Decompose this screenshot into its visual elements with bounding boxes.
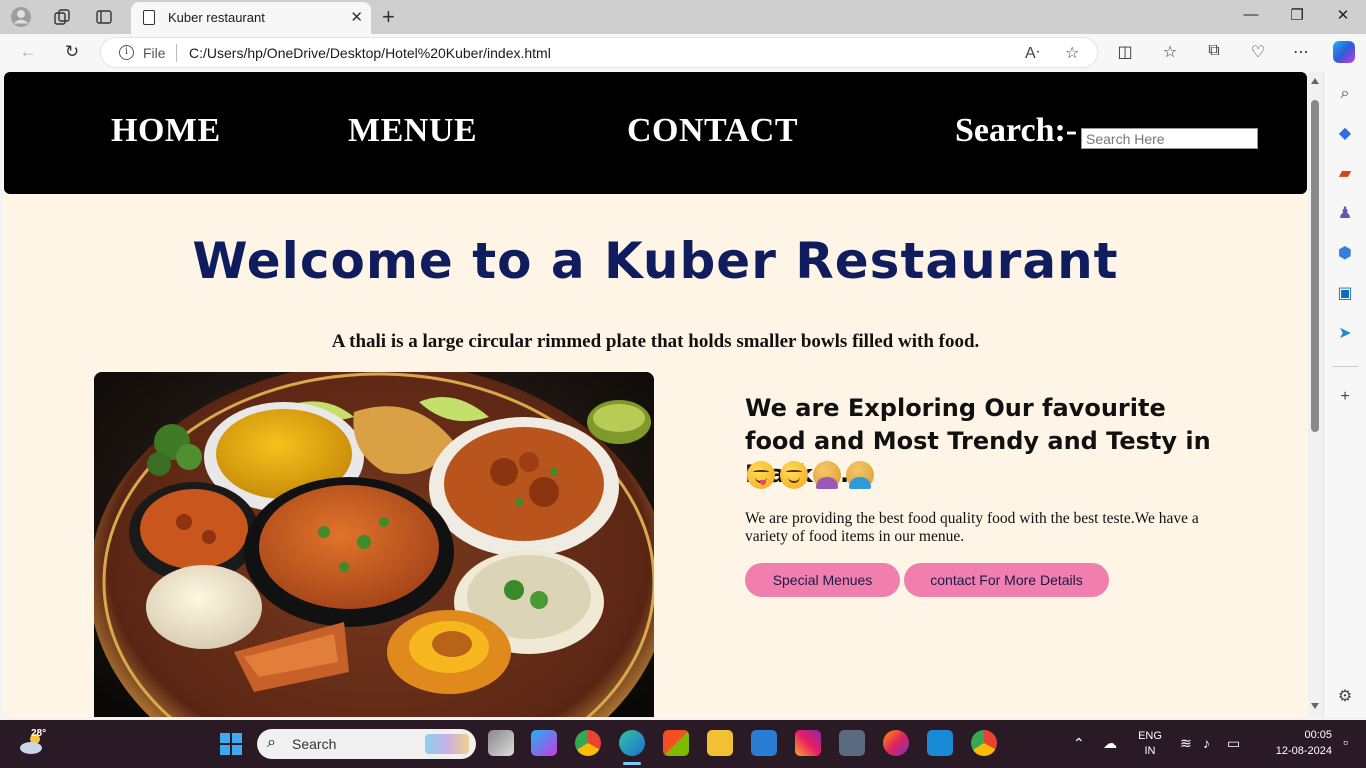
workspaces-icon[interactable] [51, 6, 73, 28]
microsoft-store-icon[interactable] [663, 730, 689, 756]
edge-active-indicator [623, 762, 641, 765]
welcome-heading: Welcome to a Kuber Restaurant [192, 232, 1119, 290]
search-label: Search:- [955, 112, 1078, 149]
favorites-icon[interactable]: ☆ [1158, 42, 1182, 62]
chrome-profile-icon[interactable] [971, 730, 997, 756]
browser-essentials-icon[interactable]: ♡ [1246, 42, 1270, 62]
description-text: We are providing the best food quality f… [745, 510, 1199, 545]
start-windows-icon[interactable] [219, 732, 243, 756]
person-shrugging-blue-emoji-icon [846, 461, 874, 489]
collections-icon[interactable]: ⧉ [1202, 42, 1226, 60]
mail-icon[interactable] [751, 730, 777, 756]
taskbar-search-icon: ⌕ [267, 734, 276, 751]
new-tab-icon[interactable]: + [382, 4, 395, 30]
file-explorer-icon[interactable] [707, 730, 733, 756]
firefox-icon[interactable] [883, 730, 909, 756]
more-menu-icon[interactable]: ⋯ [1289, 42, 1313, 62]
chrome-icon[interactable] [575, 730, 601, 756]
scroll-up-arrow-icon[interactable] [1311, 78, 1319, 84]
nav-contact-link[interactable]: CONTACT [627, 112, 798, 150]
show-hidden-icons-chevron-icon[interactable]: ⌃ [1073, 735, 1085, 752]
onedrive-cloud-icon[interactable]: ☁ [1103, 735, 1117, 752]
back-icon[interactable]: ← [16, 42, 40, 62]
url-separator [176, 44, 177, 62]
notifications-icon[interactable]: ▫ [1343, 734, 1348, 750]
person-shrugging-emoji-icon [813, 461, 841, 489]
copilot-app-icon[interactable] [531, 730, 557, 756]
copilot-icon[interactable] [1333, 41, 1355, 63]
scroll-down-arrow-icon[interactable] [1311, 703, 1319, 709]
games-icon[interactable]: ♟ [1335, 204, 1355, 224]
battery-icon[interactable]: ▭ [1227, 735, 1240, 752]
volume-icon[interactable]: ♪ [1203, 735, 1210, 751]
nav-home-link[interactable]: HOME [111, 112, 221, 150]
outlook-icon[interactable]: ▣ [1335, 284, 1355, 304]
tab-actions-icon[interactable] [93, 6, 115, 28]
taskbar-search[interactable]: ⌕ Search [257, 729, 476, 759]
edge-icon[interactable] [619, 730, 645, 756]
instagram-icon[interactable] [795, 730, 821, 756]
emoji-row [747, 461, 874, 489]
browser-titlebar: Kuber restaurant ✕ + — ❐ ✕ [0, 0, 1366, 34]
special-menues-button[interactable]: Special Menues [745, 563, 900, 597]
close-tab-icon[interactable]: ✕ [350, 8, 363, 26]
read-aloud-icon[interactable]: Aᐧ [1025, 43, 1040, 63]
task-view-icon[interactable] [488, 730, 514, 756]
add-sidebar-app-icon[interactable]: + [1335, 387, 1355, 407]
close-window-icon[interactable]: ✕ [1328, 6, 1358, 24]
contact-details-button[interactable]: contact For More Details [904, 563, 1109, 597]
page-viewport: HOME MENUE CONTACT Search:- Welcome to a… [3, 72, 1308, 717]
clock-date[interactable]: 12-08-2024 [1256, 745, 1332, 757]
language-top[interactable]: ENG [1136, 730, 1164, 742]
windows-taskbar: 28° ⌕ Search ⌃ ☁ ENG IN ≋ ♪ ▭ 00:05 12-0… [0, 720, 1366, 768]
url-text[interactable]: C:/Users/hp/OneDrive/Desktop/Hotel%20Kub… [189, 45, 551, 61]
nav-menue-link[interactable]: MENUE [348, 112, 477, 150]
refresh-icon[interactable]: ↻ [60, 42, 84, 62]
profile-icon[interactable] [10, 6, 32, 28]
site-navbar: HOME MENUE CONTACT Search:- [4, 72, 1307, 194]
edge-sidebar: ⌕ ◆ ▰ ♟ ⬢ ▣ ➤ + ⚙ [1323, 72, 1366, 717]
smiling-face-emoji-icon [780, 461, 808, 489]
tools-briefcase-icon[interactable]: ▰ [1335, 164, 1355, 184]
weather-temperature: 28° [31, 728, 47, 739]
info-icon[interactable]: i [119, 45, 134, 60]
browser-tab[interactable]: Kuber restaurant ✕ [131, 2, 371, 34]
restore-icon[interactable]: ❐ [1282, 6, 1312, 24]
search-input[interactable] [1081, 128, 1258, 149]
drop-send-icon[interactable]: ➤ [1335, 324, 1355, 344]
address-toolbar: ← ↻ i File C:/Users/hp/OneDrive/Desktop/… [0, 34, 1366, 72]
microsoft-365-icon[interactable]: ⬢ [1335, 244, 1355, 264]
page-icon [143, 10, 155, 25]
wifi-icon[interactable]: ≋ [1180, 735, 1192, 752]
clock-time[interactable]: 00:05 [1256, 729, 1332, 741]
scroll-thumb[interactable] [1311, 100, 1319, 432]
thali-image [94, 372, 654, 717]
address-bar[interactable]: i File C:/Users/hp/OneDrive/Desktop/Hote… [100, 37, 1098, 68]
tab-title: Kuber restaurant [168, 10, 265, 25]
sidebar-divider [1332, 366, 1358, 367]
favorite-star-icon[interactable]: ☆ [1065, 43, 1079, 63]
page-scrollbar[interactable] [1308, 72, 1323, 717]
camera-icon[interactable] [839, 730, 865, 756]
url-scheme-label: File [143, 45, 166, 61]
sidebar-settings-icon[interactable]: ⚙ [1335, 687, 1355, 707]
minimize-icon[interactable]: — [1236, 6, 1266, 23]
tagline: A thali is a large circular rimmed plate… [331, 331, 980, 352]
language-bottom[interactable]: IN [1136, 745, 1164, 757]
yum-face-emoji-icon [747, 461, 775, 489]
vscode-icon[interactable] [927, 730, 953, 756]
split-screen-icon[interactable]: ◫ [1113, 42, 1137, 62]
shopping-tag-icon[interactable]: ◆ [1335, 124, 1355, 144]
search-highlight-icon [425, 734, 469, 754]
taskbar-search-label: Search [292, 736, 337, 752]
sidebar-search-icon[interactable]: ⌕ [1335, 84, 1355, 104]
